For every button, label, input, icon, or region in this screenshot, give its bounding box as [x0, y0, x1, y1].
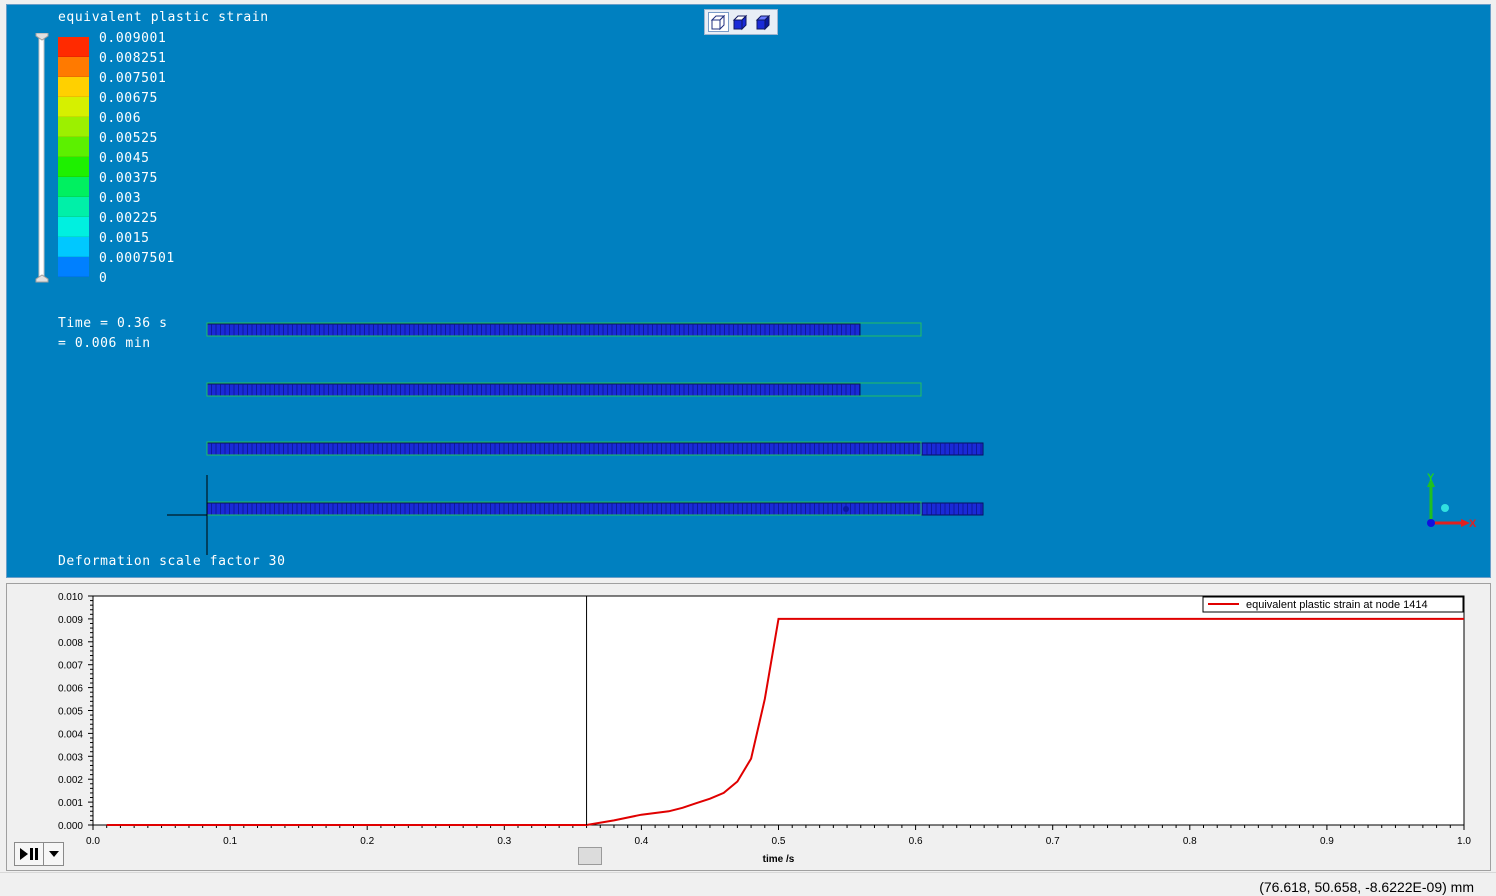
x-tick-label: 0.4	[634, 836, 648, 847]
x-tick-label: 0.5	[772, 836, 786, 847]
legend-swatch	[58, 37, 89, 57]
legend-value-label: 0.00675	[99, 91, 158, 106]
x-tick-label: 0.2	[360, 836, 374, 847]
axis-z-indicator	[1441, 504, 1449, 512]
chevron-down-icon	[48, 851, 59, 857]
view-iso-solid-icon[interactable]	[753, 12, 774, 32]
time-slider-thumb[interactable]	[578, 847, 602, 865]
deformation-scale-label: Deformation scale factor 30	[58, 554, 286, 569]
legend-swatch	[58, 57, 89, 77]
legend-value-label: 0	[99, 271, 108, 286]
legend-value-label: 0.00525	[99, 131, 158, 146]
view-iso-shaded-icon[interactable]	[730, 12, 751, 32]
model-viewport[interactable]: equivalent plastic strain 0.009001 0.0082…	[6, 4, 1491, 578]
legend-swatch	[58, 97, 89, 117]
plot-legend-label: equivalent plastic strain at node 1414	[1246, 599, 1428, 611]
legend-swatch	[58, 217, 89, 237]
play-pause-button[interactable]	[14, 842, 44, 866]
y-tick-label: 0.004	[58, 729, 83, 740]
cursor-coordinates: (76.618, 50.658, -8.6222E-09) mm	[1259, 879, 1474, 895]
legend-title: equivalent plastic strain	[58, 10, 269, 25]
beam-mesh-4	[206, 502, 984, 516]
legend-swatch	[58, 157, 89, 177]
history-plot[interactable]: 0.000 0.001 0.002 0.003 0.004 0.005 0.006 0.007…	[7, 584, 1492, 872]
legend-value-label: 0.006	[99, 111, 142, 126]
legend-value-label: 0.003	[99, 191, 142, 206]
y-tick-label: 0.005	[58, 707, 83, 718]
axis-x-label: X	[1469, 518, 1477, 530]
legend-value-label: 0.00375	[99, 171, 158, 186]
legend-swatch	[58, 237, 89, 257]
y-tick-label: 0.000	[58, 821, 83, 832]
x-tick-label: 0.1	[223, 836, 237, 847]
legend-value-label: 0.0015	[99, 231, 150, 246]
axis-triad: Y X	[1427, 472, 1477, 530]
y-tick-label: 0.002	[58, 775, 83, 786]
beam-mesh-3	[206, 442, 984, 456]
legend-value-label: 0.009001	[99, 31, 167, 46]
legend-value-label: 0.00225	[99, 211, 158, 226]
y-tick-label: 0.003	[58, 752, 83, 763]
x-tick-label: 0.6	[909, 836, 923, 847]
beam-mesh-2	[206, 383, 861, 397]
play-pause-icon	[20, 848, 38, 860]
view-iso-outline-icon[interactable]	[707, 12, 729, 32]
time-readout: Time = 0.36 s = 0.006 min	[58, 314, 168, 354]
x-tick-label: 1.0	[1457, 836, 1471, 847]
plot-area	[92, 595, 1465, 826]
view-toolbar	[704, 9, 778, 35]
legend-swatch	[58, 137, 89, 157]
axis-y-label: Y	[1427, 472, 1435, 484]
legend-labels: 0.009001 0.008251 0.007501 0.00675 0.006 0.00…	[99, 29, 175, 289]
y-tick-label: 0.001	[58, 798, 83, 809]
history-plot-panel: 0.000 0.001 0.002 0.003 0.004 0.005 0.006 0.007…	[6, 583, 1491, 871]
legend-swatch	[58, 197, 89, 217]
plot-legend: equivalent plastic strain at node 1414	[1202, 596, 1464, 613]
legend-swatch	[58, 77, 89, 97]
x-tick-label: 0.7	[1046, 836, 1060, 847]
x-tick-label: 0.8	[1183, 836, 1197, 847]
time-seconds: Time = 0.36 s	[58, 316, 168, 331]
legend-range-slider[interactable]	[35, 33, 49, 283]
y-tick-label: 0.010	[58, 592, 83, 603]
status-bar: (76.618, 50.658, -8.6222E-09) mm	[0, 872, 1496, 896]
legend-color-bar	[58, 37, 89, 277]
y-tick-label: 0.009	[58, 615, 83, 626]
slider-top-handle	[35, 33, 49, 41]
x-tick-label: 0.3	[497, 836, 511, 847]
time-minutes: = 0.006 min	[58, 336, 151, 351]
axis-origin	[1427, 519, 1435, 527]
legend-value-label: 0.008251	[99, 51, 167, 66]
x-tick-label: 0.0	[86, 836, 100, 847]
legend-value-label: 0.0007501	[99, 251, 175, 266]
playback-control	[14, 842, 66, 866]
legend-swatch	[58, 117, 89, 137]
y-tick-label: 0.006	[58, 684, 83, 695]
x-axis-label: time /s	[763, 854, 795, 865]
y-tick-label: 0.008	[58, 638, 83, 649]
legend-value-label: 0.007501	[99, 71, 167, 86]
beam-mesh-1	[206, 323, 861, 337]
playback-options-dropdown[interactable]	[44, 842, 64, 866]
slider-bottom-handle	[35, 274, 49, 283]
y-tick-label: 0.007	[58, 661, 83, 672]
x-tick-label: 0.9	[1320, 836, 1334, 847]
selected-node-marker	[843, 506, 849, 512]
legend-value-label: 0.0045	[99, 151, 150, 166]
legend-swatch	[58, 177, 89, 197]
mesh-canvas[interactable]	[7, 5, 1491, 578]
legend-swatch	[58, 257, 89, 277]
